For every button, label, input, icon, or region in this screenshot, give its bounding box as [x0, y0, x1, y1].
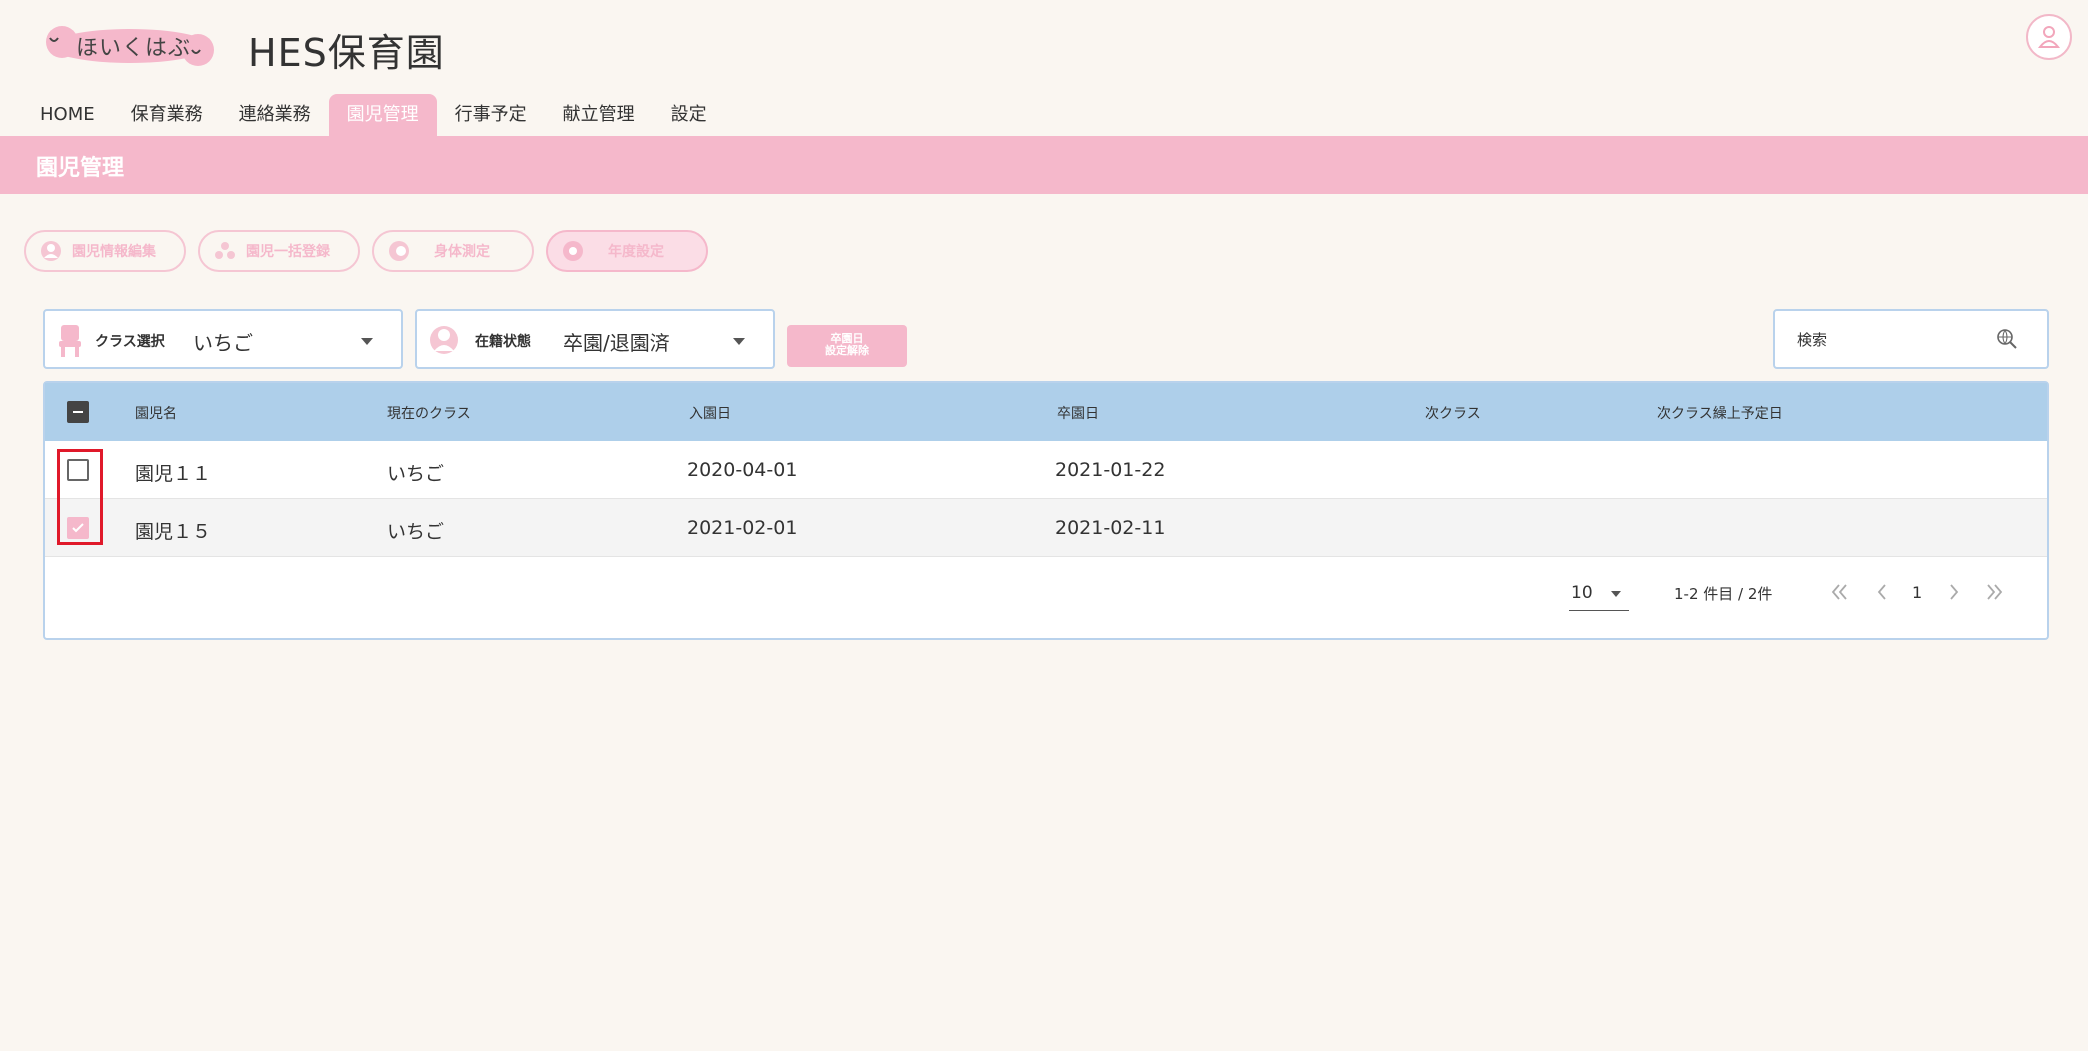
page-size-select[interactable]: 10: [1569, 579, 1629, 611]
search-box: [1773, 309, 2049, 369]
column-header-class[interactable]: 現在のクラス: [387, 403, 471, 423]
grad-btn-line2: 設定解除: [825, 344, 869, 357]
tab-contact[interactable]: 連絡業務: [221, 94, 329, 136]
scale-icon: [389, 241, 409, 261]
cell-class: いちご: [387, 521, 445, 543]
chevron-down-icon: [1611, 591, 1621, 597]
cell-graduate: 2021-02-11: [1055, 517, 1166, 539]
logo-text: ほいくはぶ: [76, 36, 192, 61]
chair-icon: [59, 325, 81, 357]
app-header: ほいくはぶ HES保育園: [0, 0, 2088, 94]
children-table: 園児名 現在のクラス 入園日 卒園日 次クラス 次クラス繰上予定日 園児１１ い…: [43, 381, 2049, 640]
child-icon: [430, 326, 458, 354]
tab-events[interactable]: 行事予定: [437, 94, 545, 136]
status-select[interactable]: 在籍状態 卒園/退園済: [415, 309, 775, 369]
cell-enroll: 2020-04-01: [687, 459, 798, 481]
column-header-graduate[interactable]: 卒園日: [1057, 403, 1099, 423]
tab-settings[interactable]: 設定: [653, 94, 725, 136]
gear-icon: [563, 241, 583, 261]
logo[interactable]: ほいくはぶ: [40, 24, 220, 68]
cell-name: 園児１５: [135, 521, 212, 543]
next-page-icon[interactable]: [1942, 579, 1966, 605]
page-range: 1-2 件目 / 2件: [1674, 585, 1773, 603]
child-icon: [41, 241, 61, 261]
year-settings-button[interactable]: 年度設定: [546, 230, 708, 272]
year-settings-label: 年度設定: [608, 244, 664, 260]
cell-class: いちご: [387, 463, 445, 485]
class-select[interactable]: クラス選択 いちご: [43, 309, 403, 369]
status-select-label: 在籍状態: [475, 334, 531, 350]
class-select-label: クラス選択: [95, 334, 165, 350]
cell-name: 園児１１: [135, 463, 212, 485]
chevron-down-icon: [361, 338, 373, 345]
user-icon: [2038, 26, 2060, 48]
class-select-value: いちご: [193, 331, 253, 355]
first-page-icon[interactable]: [1827, 579, 1851, 605]
status-select-value: 卒園/退園済: [563, 331, 670, 355]
checkbox-highlight-box: [57, 449, 103, 545]
page-size-value: 10: [1571, 583, 1593, 603]
main-nav: HOME 保育業務 連絡業務 園児管理 行事予定 献立管理 設定: [22, 94, 725, 136]
edit-child-button[interactable]: 園児情報編集: [24, 230, 186, 272]
cell-enroll: 2021-02-01: [687, 517, 798, 539]
column-header-name[interactable]: 園児名: [135, 403, 177, 423]
chevron-down-icon: [733, 338, 745, 345]
body-measure-button[interactable]: 身体測定: [372, 230, 534, 272]
table-header: 園児名 現在のクラス 入園日 卒園日 次クラス 次クラス繰上予定日: [45, 383, 2047, 441]
tab-childcare[interactable]: 保育業務: [113, 94, 221, 136]
page-banner: 園児管理: [0, 136, 2088, 194]
column-header-next-date[interactable]: 次クラス繰上予定日: [1657, 403, 1783, 423]
clear-graduation-date-button[interactable]: 卒園日 設定解除: [787, 325, 907, 367]
select-all-checkbox[interactable]: [67, 401, 89, 423]
tab-children[interactable]: 園児管理: [328, 94, 437, 136]
column-header-enroll[interactable]: 入園日: [689, 403, 731, 423]
table-row[interactable]: 園児１１ いちご 2020-04-01 2021-01-22: [45, 441, 2047, 499]
search-icon[interactable]: [1995, 327, 2019, 351]
last-page-icon[interactable]: [1983, 579, 2007, 605]
tab-menu[interactable]: 献立管理: [545, 94, 653, 136]
prev-page-icon[interactable]: [1870, 579, 1894, 605]
bulk-register-button[interactable]: 園児一括登録: [198, 230, 360, 272]
tab-home[interactable]: HOME: [22, 94, 113, 136]
user-avatar-button[interactable]: [2026, 14, 2072, 60]
edit-child-label: 園児情報編集: [72, 244, 156, 260]
current-page: 1: [1912, 583, 1923, 602]
page-title: 園児管理: [36, 156, 125, 181]
search-input[interactable]: [1797, 329, 1987, 351]
table-row[interactable]: 園児１５ いちご 2021-02-01 2021-02-11: [45, 499, 2047, 557]
body-measure-label: 身体測定: [434, 244, 490, 260]
bulk-register-label: 園児一括登録: [246, 244, 330, 260]
group-icon: [215, 242, 235, 259]
site-title: HES保育園: [248, 31, 445, 75]
column-header-next-class[interactable]: 次クラス: [1425, 403, 1481, 423]
cell-graduate: 2021-01-22: [1055, 459, 1166, 481]
